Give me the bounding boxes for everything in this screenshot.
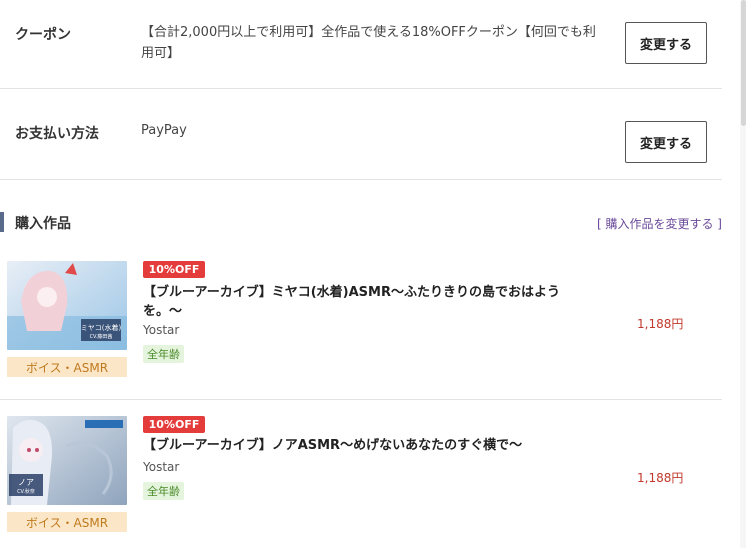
product-maker[interactable]: Yostar — [143, 323, 179, 337]
thumb-caption-cv: CV.藤田茜 — [90, 333, 113, 340]
product-thumbnail[interactable]: ミヤコ(水着) CV.藤田茜 — [7, 261, 127, 350]
change-purchase-items-link[interactable]: [ 購入作品を変更する ] — [597, 215, 722, 232]
product-item: ミヤコ(水着) CV.藤田茜 ボイス・ASMR 10%OFF 【ブルーアーカイブ… — [0, 255, 722, 395]
product-title[interactable]: 【ブルーアーカイブ】ノアASMR～めげないあなたのすぐ横で～ — [143, 436, 583, 455]
scrollbar-thumb[interactable] — [741, 0, 746, 126]
product-thumbnail-image: ミヤコ(水着) CV.藤田茜 — [7, 261, 127, 350]
genre-tag: ボイス・ASMR — [7, 512, 127, 532]
coupon-row: クーポン 【合計2,000円以上で利用可】全作品で使える18%OFFクーポン【何… — [0, 0, 722, 88]
genre-tag: ボイス・ASMR — [7, 357, 127, 377]
coupon-label: クーポン — [15, 27, 71, 43]
thumb-caption-cv: CV.秋奈 — [17, 488, 35, 495]
payment-label: お支払い方法 — [15, 126, 99, 142]
discount-badge: 10%OFF — [143, 261, 205, 278]
product-title[interactable]: 【ブルーアーカイブ】ミヤコ(水着)ASMR～ふたりきりの島でおはようを。～ — [143, 283, 583, 321]
product-thumbnail[interactable]: ノア CV.秋奈 — [7, 416, 127, 505]
product-price: 1,188円 — [637, 317, 684, 331]
thumb-caption: ミヤコ(水着) — [81, 323, 122, 332]
coupon-value: 【合計2,000円以上で利用可】全作品で使える18%OFFクーポン【何回でも利用… — [141, 25, 596, 61]
divider — [0, 179, 722, 180]
product-item: ノア CV.秋奈 ボイス・ASMR 10%OFF 【ブルーアーカイブ】ノアASM… — [0, 410, 722, 548]
discount-badge: 10%OFF — [143, 416, 205, 433]
age-rating-tag: 全年齢 — [143, 345, 184, 363]
product-price: 1,188円 — [637, 471, 684, 485]
age-rating-tag: 全年齢 — [143, 482, 184, 500]
product-thumbnail-image: ノア CV.秋奈 — [7, 416, 127, 505]
purchase-section-header: 購入作品 [ 購入作品を変更する ] — [0, 208, 722, 236]
payment-value: PayPay — [141, 123, 187, 138]
change-coupon-button[interactable]: 変更する — [625, 22, 707, 64]
divider — [0, 399, 722, 400]
section-accent-bar — [0, 212, 4, 232]
purchase-section-title: 購入作品 — [15, 216, 71, 232]
thumb-caption: ノア — [18, 478, 34, 487]
payment-row: お支払い方法 PayPay 変更する — [0, 89, 722, 179]
product-maker[interactable]: Yostar — [143, 460, 179, 474]
change-payment-button[interactable]: 変更する — [625, 121, 707, 163]
